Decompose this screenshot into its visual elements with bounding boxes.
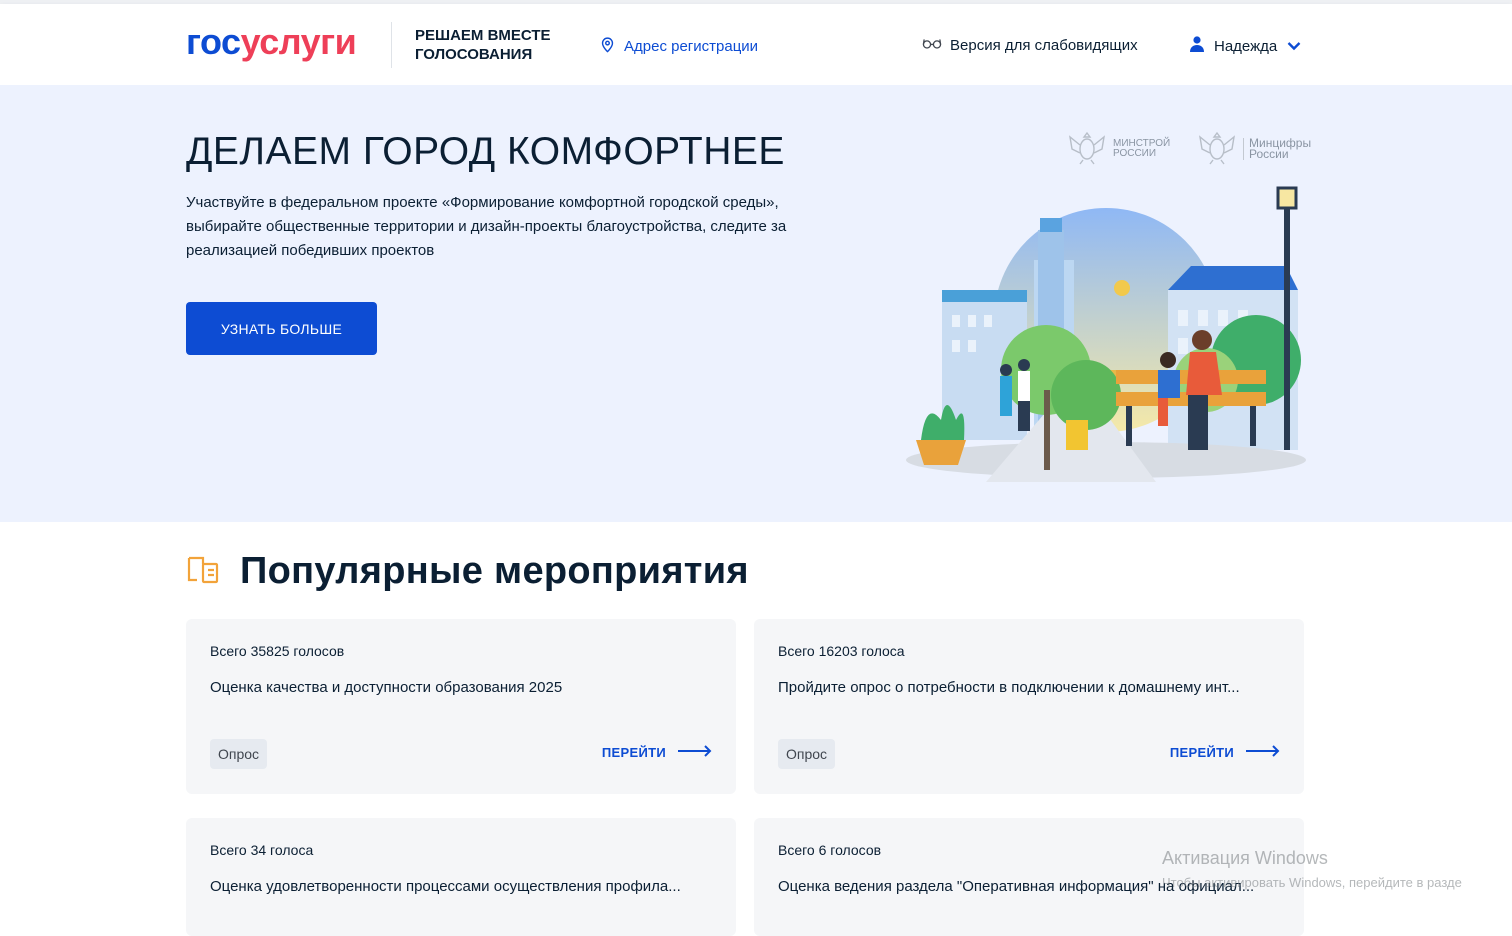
event-title: Оценка удовлетворенности процессами осущ…: [210, 878, 681, 895]
header-divider: [391, 22, 392, 68]
hero-title: ДЕЛАЕМ ГОРОД КОМФОРТНЕЕ: [186, 130, 785, 173]
arrow-right-icon: [1246, 745, 1280, 760]
event-votes: Всего 35825 голосов: [210, 643, 345, 659]
event-type-badge: Опрос: [210, 739, 268, 769]
impaired-version-link[interactable]: Версия для слабовидящих: [922, 36, 1138, 54]
project-title[interactable]: РЕШАЕМ ВМЕСТЕ ГОЛОСОВАНИЯ: [415, 26, 575, 64]
chevron-down-icon: [1287, 38, 1301, 55]
event-votes: Всего 34 голоса: [210, 842, 314, 858]
address-link[interactable]: Адрес регистрации: [599, 36, 758, 57]
event-title: Оценка качества и доступности образовани…: [210, 679, 563, 696]
event-votes: Всего 16203 голоса: [778, 643, 905, 659]
hero-banner: ДЕЛАЕМ ГОРОД КОМФОРТНЕЕ Участвуйте в фед…: [0, 85, 1512, 522]
event-card[interactable]: Всего 34 голоса Оценка удовлетворенности…: [186, 818, 736, 936]
watermark-title: Активация Windows: [1162, 848, 1328, 868]
go-to-event-button[interactable]: ПЕРЕЙТИ: [1170, 745, 1280, 760]
ministry2-line2: России: [1249, 146, 1289, 161]
learn-more-button[interactable]: УЗНАТЬ БОЛЬШЕ: [186, 302, 377, 355]
go-to-event-button[interactable]: ПЕРЕЙТИ: [602, 745, 712, 760]
event-card[interactable]: Всего 16203 голоса Пройдите опрос о потр…: [754, 619, 1304, 794]
arrow-right-icon: [678, 745, 712, 760]
eagle-emblem-icon: [1197, 127, 1237, 170]
city-park-illustration: [906, 186, 1306, 482]
events-icon: [186, 552, 220, 591]
user-menu[interactable]: Надежда: [1190, 36, 1301, 56]
ministry1-line2: РОССИИ: [1113, 147, 1157, 159]
site-header: госуслуги РЕШАЕМ ВМЕСТЕ ГОЛОСОВАНИЯ Адре…: [0, 4, 1512, 85]
impaired-version-label: Версия для слабовидящих: [950, 36, 1138, 54]
gosuslugi-logo[interactable]: госуслуги: [186, 22, 357, 62]
go-label: ПЕРЕЙТИ: [1169, 745, 1234, 760]
event-type-badge: Опрос: [778, 739, 836, 769]
event-votes: Всего 6 голосов: [778, 842, 882, 858]
go-label: ПЕРЕЙТИ: [601, 745, 666, 760]
popular-events-title: Популярные мероприятия: [240, 550, 749, 592]
minstroy-logo: МИНСТРОЙ РОССИИ: [1067, 127, 1170, 170]
windows-activation-watermark: Активация Windows Чтобы активировать Win…: [1162, 848, 1462, 890]
eagle-emblem-icon: [1067, 127, 1107, 170]
mintsifry-logo: Минцифры России: [1197, 127, 1311, 170]
event-card[interactable]: Всего 35825 голосов Оценка качества и до…: [186, 619, 736, 794]
watermark-subtitle: Чтобы активировать Windows, перейдите в …: [1162, 875, 1462, 890]
user-name: Надежда: [1214, 37, 1278, 55]
location-pin-icon: [599, 36, 616, 57]
address-link-label: Адрес регистрации: [624, 38, 759, 55]
event-title: Пройдите опрос о потребности в подключен…: [778, 679, 1240, 696]
hero-description: Участвуйте в федеральном проекте «Формир…: [186, 194, 787, 259]
glasses-icon: [922, 36, 942, 54]
popular-events-heading: Популярные мероприятия: [186, 550, 749, 593]
user-icon: [1190, 36, 1204, 56]
